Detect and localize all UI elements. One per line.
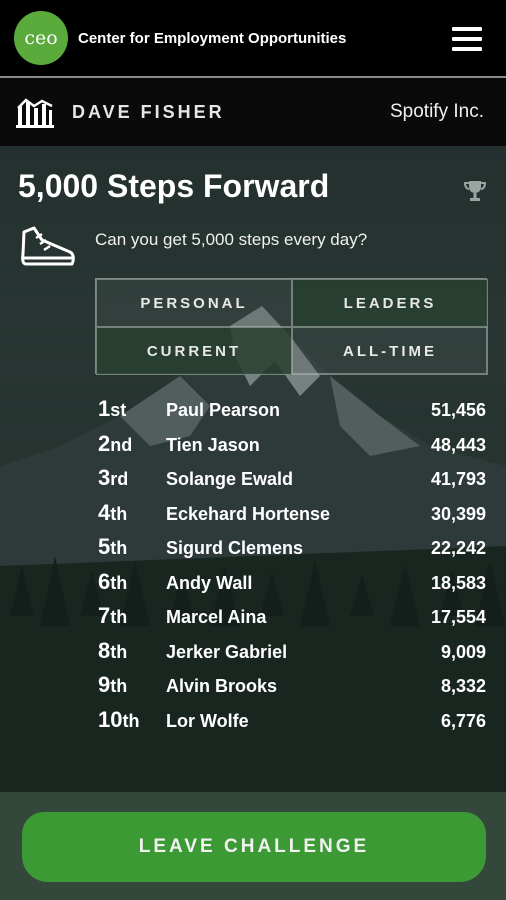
footer: LEAVE CHALLENGE <box>0 792 506 900</box>
leaderboard-row: 6th Andy Wall 18,583 <box>98 569 486 604</box>
participant-name: Tien Jason <box>166 434 260 455</box>
org-name: Center for Employment Opportunities <box>78 29 347 47</box>
leaderboard-row: 1st Paul Pearson 51,456 <box>98 396 486 431</box>
rank: 1st <box>98 396 127 421</box>
participant-name: Sigurd Clemens <box>166 538 304 558</box>
rank: 4th <box>98 499 128 525</box>
participant-name: Solange Ewald <box>166 469 294 489</box>
leaderboard-row: 8th Jerker Gabriel 9,009 <box>98 638 486 673</box>
leaderboard-row: 9th Alvin Brooks 8,332 <box>98 672 486 707</box>
step-count: 18,583 <box>430 572 486 593</box>
leaderboard-tabs: PERSONAL LEADERS CURRENT ALL-TIME <box>95 278 488 375</box>
participant-name: Lor Wolfe <box>166 710 249 731</box>
step-count: 8,332 <box>440 676 486 696</box>
tab-leaders[interactable]: LEADERS <box>292 279 488 327</box>
rank: 3rd <box>98 465 129 490</box>
participant-name: Andy Wall <box>166 572 253 593</box>
top-bar: ceo Center for Employment Opportunities <box>0 0 506 76</box>
participant-name: Jerker Gabriel <box>166 641 288 662</box>
step-count: 51,456 <box>430 400 486 420</box>
bar-chart-icon[interactable] <box>16 96 54 128</box>
challenge-panel: 5,000 Steps Forward Can you get 5,000 st… <box>0 146 506 792</box>
step-count: 6,776 <box>440 710 486 731</box>
leaderboard: 1st Paul Pearson 51,456 2nd Tien Jason 4… <box>98 396 486 741</box>
logo-text: ceo <box>24 27 58 49</box>
leaderboard-row: 5th Sigurd Clemens 22,242 <box>98 534 486 569</box>
step-count: 9,009 <box>440 641 486 662</box>
step-count: 30,399 <box>430 503 486 524</box>
rank: 10th <box>98 706 140 732</box>
participant-name: Paul Pearson <box>166 400 281 420</box>
rank: 6th <box>98 568 128 594</box>
rank: 5th <box>98 534 128 559</box>
leaderboard-row: 10th Lor Wolfe 6,776 <box>98 707 486 742</box>
leaderboard-row: 3rd Solange Ewald 41,793 <box>98 465 486 500</box>
user-bar: DAVE FISHER Spotify Inc. <box>0 78 506 146</box>
leaderboard-row: 2nd Tien Jason 48,443 <box>98 431 486 466</box>
hamburger-menu-icon[interactable] <box>452 27 482 51</box>
rank: 8th <box>98 637 128 663</box>
challenge-title: 5,000 Steps Forward <box>18 168 330 204</box>
participant-name: Marcel Aina <box>166 607 267 627</box>
rank: 2nd <box>98 430 133 456</box>
tab-current[interactable]: CURRENT <box>96 327 292 375</box>
leaderboard-row: 7th Marcel Aina 17,554 <box>98 603 486 638</box>
step-count: 41,793 <box>430 469 486 489</box>
step-count: 48,443 <box>430 434 486 455</box>
participant-name: Alvin Brooks <box>166 676 278 696</box>
step-count: 22,242 <box>430 538 486 558</box>
leave-challenge-button[interactable]: LEAVE CHALLENGE <box>22 812 486 882</box>
challenge-subtitle: Can you get 5,000 steps every day? <box>95 230 368 249</box>
rank: 7th <box>98 603 128 628</box>
sneaker-icon <box>21 226 75 266</box>
tab-personal[interactable]: PERSONAL <box>96 279 292 327</box>
participant-name: Eckehard Hortense <box>166 503 331 524</box>
rank: 9th <box>98 672 128 697</box>
ceo-logo[interactable]: ceo <box>14 11 68 65</box>
leaderboard-row: 4th Eckehard Hortense 30,399 <box>98 500 486 535</box>
user-name: DAVE FISHER <box>72 101 225 122</box>
tab-all-time[interactable]: ALL-TIME <box>292 327 488 375</box>
company-name: Spotify Inc. <box>390 101 484 122</box>
trophy-icon[interactable] <box>464 179 486 203</box>
step-count: 17,554 <box>430 607 486 627</box>
